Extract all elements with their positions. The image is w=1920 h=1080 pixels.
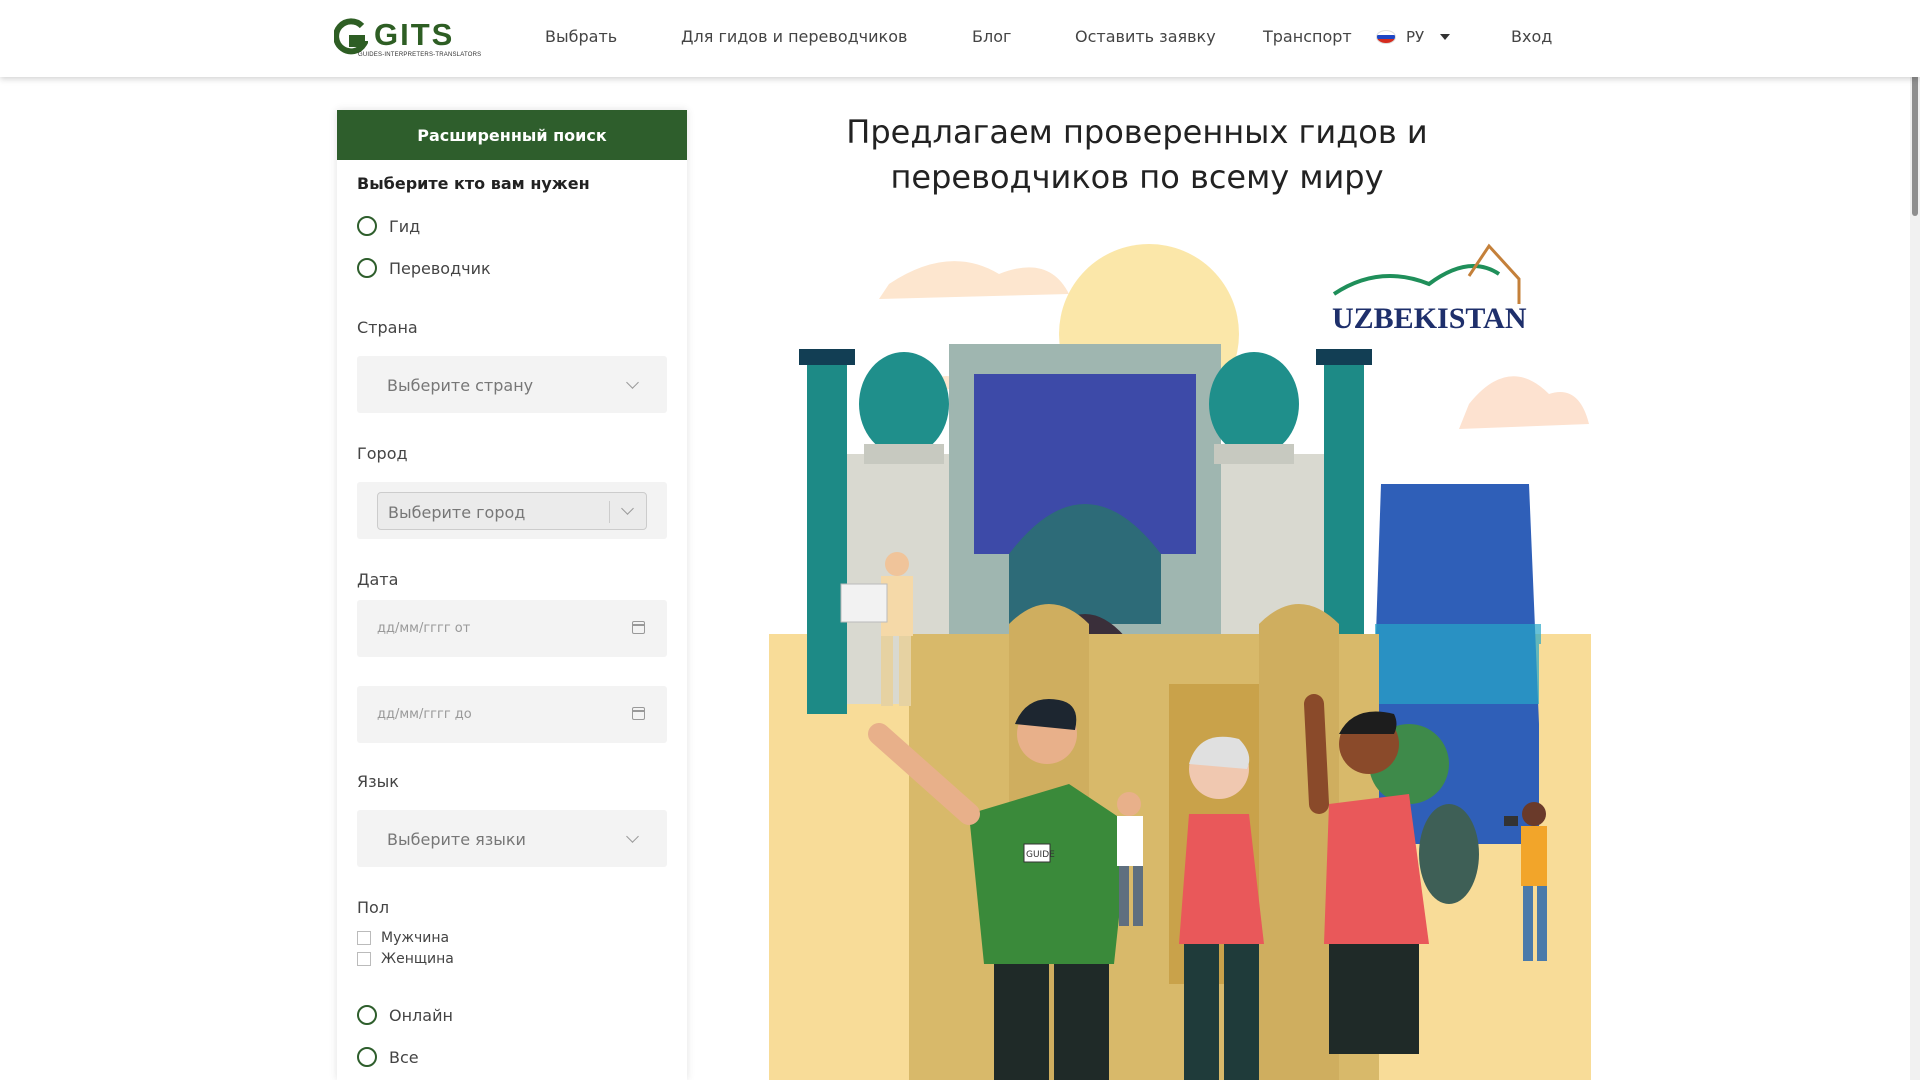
hero-title-line-1: Предлагаем проверенных гидов и xyxy=(846,113,1428,151)
cloud-shape xyxy=(879,261,1069,299)
language-selector[interactable]: РУ xyxy=(1376,28,1451,46)
radio-all[interactable]: Все xyxy=(357,1047,419,1067)
chevron-down-icon xyxy=(621,502,634,515)
top-navbar: GITS GUIDES-INTERPRETERS-TRANSLATORS Выб… xyxy=(0,0,1920,77)
city-label: Город xyxy=(357,444,408,463)
nav-for-guides[interactable]: Для гидов и переводчиков xyxy=(681,27,907,46)
hero-title-line-2: переводчиков по всему миру xyxy=(890,158,1384,196)
city-select-wrap: Выберите город xyxy=(357,482,667,539)
calendar-icon[interactable] xyxy=(632,621,645,634)
dome-left xyxy=(859,352,949,456)
nav-choose[interactable]: Выбрать xyxy=(545,27,617,46)
who-label: Выберите кто вам нужен xyxy=(357,174,590,193)
russia-flag-icon xyxy=(1376,30,1396,44)
radio-guide[interactable]: Гид xyxy=(357,216,420,236)
caret-down-icon xyxy=(1440,34,1451,40)
advanced-search-panel: Расширенный поиск Выберите кто вам нужен… xyxy=(337,110,687,1080)
logo-wordmark: GITS xyxy=(374,17,455,52)
calendar-icon[interactable] xyxy=(632,707,645,720)
radio-online[interactable]: Онлайн xyxy=(357,1005,453,1025)
radio-circle[interactable] xyxy=(357,1047,377,1067)
date-from-input[interactable]: дд/мм/гггг от xyxy=(357,600,667,657)
login-link[interactable]: Вход xyxy=(1511,27,1552,46)
dome-right xyxy=(1209,352,1299,456)
date-label: Дата xyxy=(357,570,399,589)
gender-label: Пол xyxy=(357,898,390,917)
select-separator xyxy=(609,501,610,523)
chevron-down-icon xyxy=(626,376,639,389)
nav-transport[interactable]: Транспорт xyxy=(1263,27,1352,46)
guide-badge-text: GUIDE xyxy=(1026,850,1055,860)
advanced-search-title: Расширенный поиск xyxy=(337,110,687,160)
checkbox-male[interactable]: Мужчина xyxy=(357,930,449,946)
uzbekistan-hero-illustration: UZBEKISTAN GUIDE xyxy=(769,243,1591,1080)
chevron-down-icon xyxy=(626,830,639,843)
country-label: Страна xyxy=(357,318,418,337)
uzbekistan-logo-text: UZBEKISTAN xyxy=(1332,302,1527,335)
gits-logo[interactable]: GITS GUIDES-INTERPRETERS-TRANSLATORS xyxy=(334,16,481,62)
nav-blog[interactable]: Блог xyxy=(972,27,1011,46)
city-select[interactable]: Выберите город xyxy=(377,492,647,530)
radio-circle[interactable] xyxy=(357,1005,377,1025)
hero-title: Предлагаем проверенных гидов и переводчи… xyxy=(770,110,1504,200)
language-label: Язык xyxy=(357,772,399,791)
checkbox-female[interactable]: Женщина xyxy=(357,951,454,967)
checkbox-box[interactable] xyxy=(357,931,371,945)
uzbekistan-tourism-logo: UZBEKISTAN xyxy=(1332,243,1527,335)
language-select[interactable]: Выберите языки xyxy=(357,810,667,867)
radio-translator[interactable]: Переводчик xyxy=(357,258,491,278)
radio-circle[interactable] xyxy=(357,258,377,278)
checkbox-box[interactable] xyxy=(357,952,371,966)
minaret-left xyxy=(807,354,847,714)
language-code: РУ xyxy=(1406,28,1425,46)
page-scrollbar[interactable] xyxy=(1910,0,1920,1080)
radio-circle[interactable] xyxy=(357,216,377,236)
country-select[interactable]: Выберите страну xyxy=(357,356,667,413)
nav-request[interactable]: Оставить заявку xyxy=(1075,27,1216,46)
cloud-shape xyxy=(1459,376,1589,429)
logo-tagline: GUIDES-INTERPRETERS-TRANSLATORS xyxy=(358,52,482,58)
date-to-input[interactable]: дд/мм/гггг до xyxy=(357,686,667,743)
